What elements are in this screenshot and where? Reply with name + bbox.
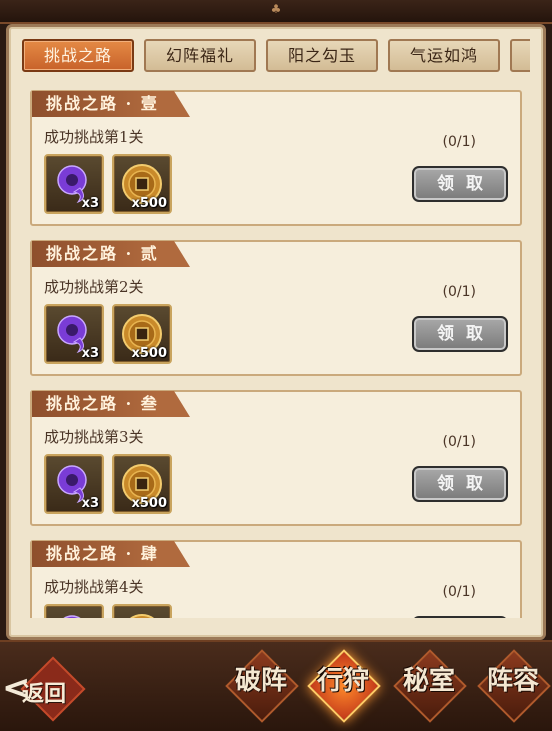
back-label: 返回 (22, 681, 67, 707)
nav-break-formation[interactable]: 破阵 (222, 649, 300, 728)
mission-progress: (0/1) (442, 584, 476, 600)
nav-label: 阵容 (486, 666, 539, 696)
nav-lineup[interactable]: 阵容 (474, 649, 552, 728)
mission-card: 挑战之路 · 贰 成功挑战第2关 (0/1) x3 x500 领取 (30, 240, 522, 376)
claim-button[interactable]: 领取 (412, 616, 508, 618)
mission-title: 挑战之路 · 贰 (32, 241, 190, 267)
nav-label: 行狩 (316, 666, 369, 696)
back-button[interactable]: < 返回 (0, 656, 100, 722)
tab-fortune[interactable]: 气运如鸿 (388, 39, 500, 72)
mission-card: 挑战之路 · 肆 成功挑战第4关 (0/1) x3 x500 领取 (30, 540, 522, 618)
reward-quantity: x3 (81, 496, 99, 511)
mission-description: 成功挑战第1关 (44, 128, 144, 146)
mission-progress: (0/1) (442, 434, 476, 450)
reward-quantity: x3 (81, 346, 99, 361)
reward-slot[interactable]: x500 (112, 454, 172, 514)
nav-secret-room[interactable]: 秘室 (390, 649, 468, 728)
claim-button[interactable]: 领取 (412, 316, 508, 352)
mission-title: 挑战之路 · 肆 (32, 541, 190, 567)
reward-quantity: x500 (131, 496, 167, 511)
nav-label: 秘室 (402, 666, 455, 696)
mission-card: 挑战之路 · 壹 成功挑战第1关 (0/1) x3 x500 领取 (30, 90, 522, 226)
reward-slot[interactable]: x500 (112, 154, 172, 214)
claim-button[interactable]: 领取 (412, 166, 508, 202)
reward-slot[interactable]: x500 (112, 604, 172, 618)
purple-magatama-icon (63, 615, 81, 618)
reward-slot[interactable]: x3 (44, 604, 104, 618)
mission-title: 挑战之路 · 叁 (32, 391, 190, 417)
gold-coin-icon (130, 614, 154, 618)
reward-quantity: x3 (81, 196, 99, 211)
mission-progress: (0/1) (442, 134, 476, 150)
top-ornament-icon: ♣ (270, 2, 282, 16)
mission-description: 成功挑战第3关 (44, 428, 144, 446)
reward-slot[interactable]: x3 (44, 454, 104, 514)
claim-button[interactable]: 领取 (412, 466, 508, 502)
tab-illusion-gift[interactable]: 幻阵福礼 (144, 39, 256, 72)
tab-yang-magatama[interactable]: 阳之勾玉 (266, 39, 378, 72)
reward-slot[interactable]: x3 (44, 304, 104, 364)
mission-description: 成功挑战第4关 (44, 578, 144, 596)
nav-label: 破阵 (234, 666, 287, 696)
mission-list[interactable]: 挑战之路 · 壹 成功挑战第1关 (0/1) x3 x500 领取 挑战之路 ·… (18, 80, 534, 618)
tab-bar: 挑战之路 幻阵福礼 阳之勾玉 气运如鸿 惠 (22, 39, 530, 73)
tab-challenge-road[interactable]: 挑战之路 (22, 39, 134, 72)
reward-quantity: x500 (131, 196, 167, 211)
mission-progress: (0/1) (442, 284, 476, 300)
mission-card: 挑战之路 · 叁 成功挑战第3关 (0/1) x3 x500 领取 (30, 390, 522, 526)
reward-slot[interactable]: x3 (44, 154, 104, 214)
nav-hunt[interactable]: 行狩 (304, 649, 382, 728)
bottom-nav-bar: < 返回 破阵 行狩 秘室 阵容 (0, 640, 552, 731)
top-frame: ♣ (0, 0, 552, 24)
mission-description: 成功挑战第2关 (44, 278, 144, 296)
mission-title: 挑战之路 · 壹 (32, 91, 190, 117)
tab-partial[interactable]: 惠 (510, 39, 530, 72)
reward-quantity: x500 (131, 346, 167, 361)
reward-slot[interactable]: x500 (112, 304, 172, 364)
